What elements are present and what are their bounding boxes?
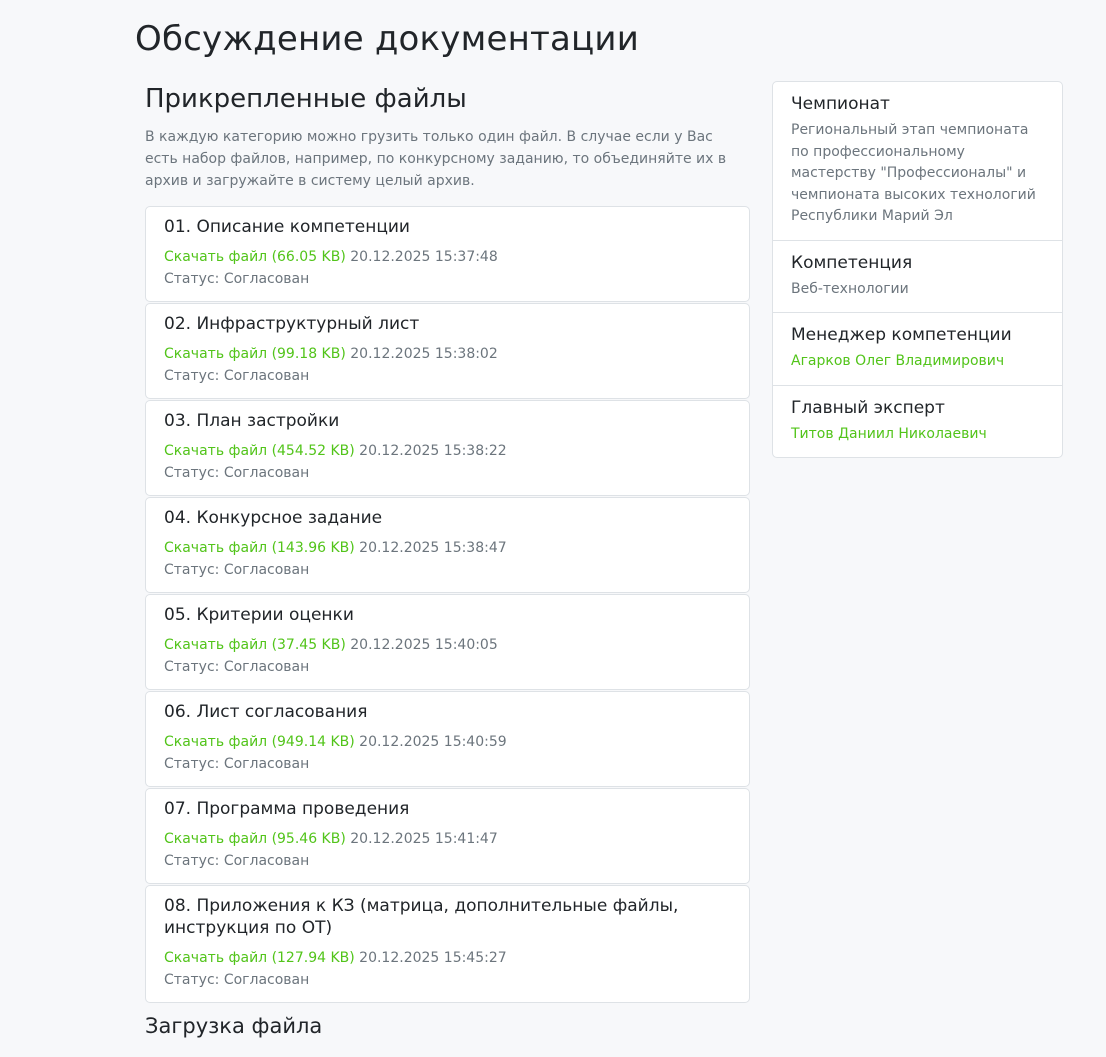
file-datetime: 20.12.2025 15:38:02 <box>350 346 498 362</box>
file-datetime: 20.12.2025 15:38:47 <box>359 540 507 556</box>
files-section: Прикрепленные файлы В каждую категорию м… <box>145 82 750 1040</box>
file-meta: Скачать файл (949.14 KB) 20.12.2025 15:4… <box>164 732 731 753</box>
download-file-link[interactable]: Скачать файл (99.18 KB) <box>164 346 346 362</box>
file-list: 01. Описание компетенции Скачать файл (6… <box>145 206 750 1003</box>
upload-section-title: Загрузка файла <box>145 1014 323 1038</box>
download-file-link[interactable]: Скачать файл (949.14 KB) <box>164 734 355 750</box>
files-section-title: Прикрепленные файлы <box>145 84 467 114</box>
page-title: Обсуждение документации <box>135 19 639 59</box>
file-meta: Скачать файл (454.52 KB) 20.12.2025 15:3… <box>164 441 731 462</box>
file-card-06: 06. Лист согласования Скачать файл (949.… <box>145 691 750 787</box>
competence-value: Веб-технологии <box>791 280 909 297</box>
championship-value: Региональный этап чемпионата по професси… <box>791 122 1036 224</box>
championship-block: Чемпионат Региональный этап чемпионата п… <box>773 82 1062 241</box>
file-title: 01. Описание компетенции <box>164 217 410 237</box>
file-datetime: 20.12.2025 15:38:22 <box>359 443 507 459</box>
file-meta: Скачать файл (127.94 KB) 20.12.2025 15:4… <box>164 948 731 969</box>
download-file-link[interactable]: Скачать файл (143.96 KB) <box>164 540 355 556</box>
file-card-02: 02. Инфраструктурный лист Скачать файл (… <box>145 303 750 399</box>
file-status: Статус: Согласован <box>164 368 310 384</box>
manager-value: Агарков Олег Владимирович <box>791 351 1044 373</box>
file-status: Статус: Согласован <box>164 853 310 869</box>
file-title: 03. План застройки <box>164 411 340 431</box>
file-meta: Скачать файл (37.45 KB) 20.12.2025 15:40… <box>164 635 731 656</box>
download-file-link[interactable]: Скачать файл (127.94 KB) <box>164 950 355 966</box>
info-sidebar: Чемпионат Региональный этап чемпионата п… <box>772 81 1063 458</box>
file-datetime: 20.12.2025 15:40:05 <box>350 637 498 653</box>
file-title: 08. Приложения к КЗ (матрица, дополнител… <box>164 896 679 938</box>
file-meta: Скачать файл (95.46 KB) 20.12.2025 15:41… <box>164 829 731 850</box>
file-status: Статус: Согласован <box>164 756 310 772</box>
file-card-08: 08. Приложения к КЗ (матрица, дополнител… <box>145 885 750 1003</box>
manager-block: Менеджер компетенции Агарков Олег Владим… <box>773 313 1062 386</box>
file-card-07: 07. Программа проведения Скачать файл (9… <box>145 788 750 884</box>
file-meta: Скачать файл (66.05 KB) 20.12.2025 15:37… <box>164 247 731 268</box>
file-card-01: 01. Описание компетенции Скачать файл (6… <box>145 206 750 302</box>
file-datetime: 20.12.2025 15:45:27 <box>359 950 507 966</box>
file-status: Статус: Согласован <box>164 271 310 287</box>
chief-expert-value: Титов Даниил Николаевич <box>791 424 1044 446</box>
manager-label: Менеджер компетенции <box>791 325 1012 345</box>
download-file-link[interactable]: Скачать файл (37.45 KB) <box>164 637 346 653</box>
file-status: Статус: Согласован <box>164 972 310 988</box>
file-meta: Скачать файл (143.96 KB) 20.12.2025 15:3… <box>164 538 731 559</box>
file-datetime: 20.12.2025 15:37:48 <box>350 249 498 265</box>
file-meta: Скачать файл (99.18 KB) 20.12.2025 15:38… <box>164 344 731 365</box>
file-card-05: 05. Критерии оценки Скачать файл (37.45 … <box>145 594 750 690</box>
file-title: 06. Лист согласования <box>164 702 368 722</box>
chief-expert-link[interactable]: Титов Даниил Николаевич <box>791 426 987 442</box>
file-datetime: 20.12.2025 15:41:47 <box>350 831 498 847</box>
file-status: Статус: Согласован <box>164 659 310 675</box>
file-title: 04. Конкурсное задание <box>164 508 383 528</box>
chief-expert-label: Главный эксперт <box>791 397 945 418</box>
manager-link[interactable]: Агарков Олег Владимирович <box>791 353 1004 369</box>
file-title: 07. Программа проведения <box>164 799 410 819</box>
file-title: 02. Инфраструктурный лист <box>164 314 420 334</box>
download-file-link[interactable]: Скачать файл (95.46 KB) <box>164 831 346 847</box>
chief-expert-block: Главный эксперт Титов Даниил Николаевич <box>773 386 1062 458</box>
file-card-04: 04. Конкурсное задание Скачать файл (143… <box>145 497 750 593</box>
file-card-03: 03. План застройки Скачать файл (454.52 … <box>145 400 750 496</box>
file-datetime: 20.12.2025 15:40:59 <box>359 734 507 750</box>
file-status: Статус: Согласован <box>164 562 310 578</box>
download-file-link[interactable]: Скачать файл (66.05 KB) <box>164 249 346 265</box>
competence-label: Компетенция <box>791 252 913 273</box>
download-file-link[interactable]: Скачать файл (454.52 KB) <box>164 443 355 459</box>
competence-block: Компетенция Веб-технологии <box>773 241 1062 313</box>
file-title: 05. Критерии оценки <box>164 605 354 625</box>
files-section-description: В каждую категорию можно грузить только … <box>145 129 727 189</box>
championship-label: Чемпионат <box>791 94 890 114</box>
file-status: Статус: Согласован <box>164 465 310 481</box>
